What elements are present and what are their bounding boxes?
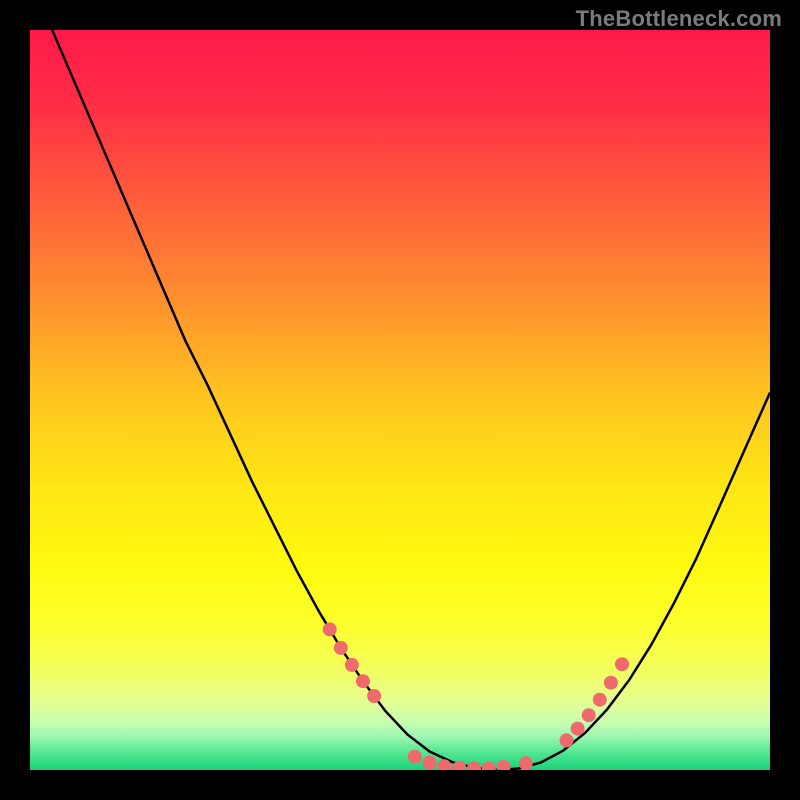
data-point bbox=[519, 756, 533, 770]
data-point bbox=[582, 708, 596, 722]
data-point bbox=[408, 750, 422, 764]
data-point bbox=[367, 689, 381, 703]
data-point bbox=[334, 641, 348, 655]
chart-svg bbox=[30, 30, 770, 770]
data-point bbox=[356, 674, 370, 688]
chart-frame: TheBottleneck.com bbox=[0, 0, 800, 800]
data-point bbox=[560, 733, 574, 747]
gradient-background bbox=[30, 30, 770, 770]
data-point bbox=[345, 658, 359, 672]
data-point bbox=[323, 622, 337, 636]
data-point bbox=[615, 657, 629, 671]
data-point bbox=[571, 722, 585, 736]
plot-area bbox=[30, 30, 770, 770]
data-point bbox=[593, 693, 607, 707]
data-point bbox=[423, 756, 437, 770]
data-point bbox=[604, 676, 618, 690]
watermark-text: TheBottleneck.com bbox=[576, 6, 782, 32]
